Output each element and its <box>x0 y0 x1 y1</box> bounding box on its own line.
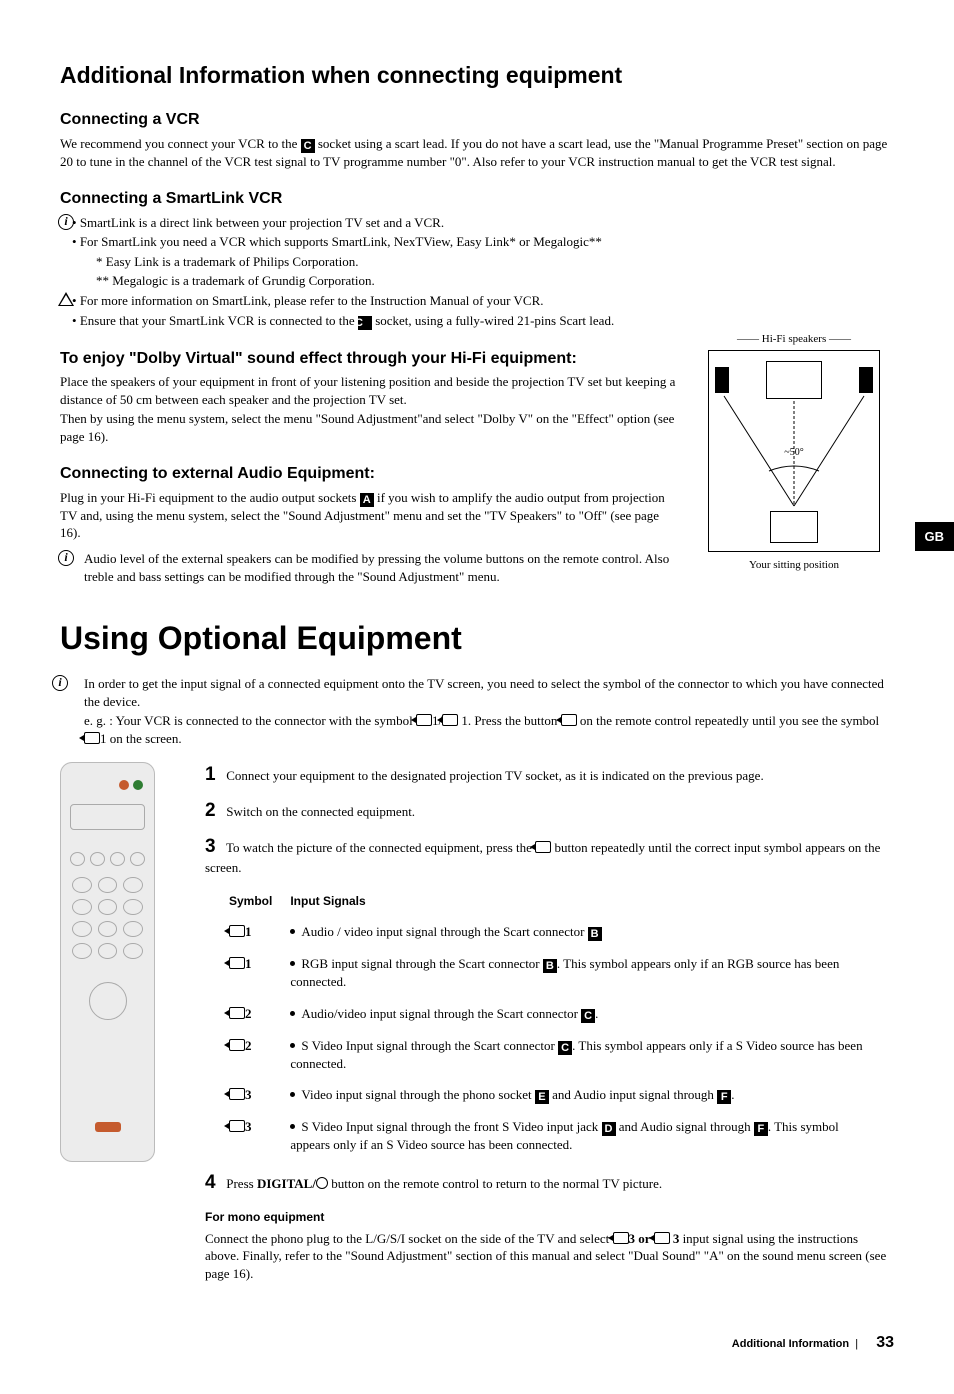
table-row: 3S Video Input signal through the front … <box>229 1114 892 1162</box>
socket-a-icon: A <box>360 493 374 507</box>
step-2: 2 Switch on the connected equipment. <box>205 798 894 824</box>
table-row: 2S Video Input signal through the Scart … <box>229 1033 892 1081</box>
step-3: 3 To watch the picture of the connected … <box>205 834 894 877</box>
step-1: 1 Connect your equipment to the designat… <box>205 762 894 788</box>
remote-control-illustration <box>60 762 155 1162</box>
smart-b4: • Ensure that your SmartLink VCR is conn… <box>72 312 894 330</box>
using-intro2: e. g. : Your VCR is connected to the con… <box>84 712 894 747</box>
info-icon: i <box>58 214 74 230</box>
input-icon <box>535 841 551 853</box>
circle-icon <box>316 1177 328 1189</box>
info-icon: i <box>58 550 74 566</box>
smart-b2: • For SmartLink you need a VCR which sup… <box>72 233 894 251</box>
smart-b2a: * Easy Link is a trademark of Philips Co… <box>72 253 894 271</box>
heading-smartlink: Connecting a SmartLink VCR <box>60 188 894 210</box>
info-icon: i <box>52 675 68 691</box>
ext-note: Audio level of the external speakers can… <box>84 550 894 585</box>
vcr-p1: We recommend you connect your VCR to the… <box>60 135 894 171</box>
step-4: 4 Press DIGITAL/ button on the remote co… <box>205 1170 894 1196</box>
table-row: 2Audio/video input signal through the Sc… <box>229 1001 892 1031</box>
table-row: 1RGB input signal through the Scart conn… <box>229 951 892 999</box>
smart-b1: • SmartLink is a direct link between you… <box>72 214 894 232</box>
mono-p: Connect the phono plug to the L/G/S/I so… <box>205 1230 894 1283</box>
socket-c-icon: C <box>358 316 372 330</box>
smart-b2b: ** Megalogic is a trademark of Grundig C… <box>72 272 894 290</box>
input-icon <box>613 1232 629 1244</box>
table-row: 1Audio / video input signal through the … <box>229 919 892 949</box>
using-title: Using Optional Equipment <box>60 617 894 660</box>
input-icon <box>654 1232 670 1244</box>
language-tab: GB <box>915 522 954 552</box>
table-row: 3Video input signal through the phono so… <box>229 1082 892 1112</box>
heading-vcr: Connecting a VCR <box>60 109 894 131</box>
input-icon <box>84 732 100 744</box>
input-icon <box>416 714 432 726</box>
smart-b3: • For more information on SmartLink, ple… <box>72 292 894 310</box>
socket-c-icon: C <box>301 139 315 153</box>
warning-icon <box>58 292 74 306</box>
symbol-table: Symbol Input Signals 1Audio / video inpu… <box>227 887 894 1164</box>
input-icon <box>561 714 577 726</box>
input-icon <box>442 714 458 726</box>
page-title: Additional Information when connecting e… <box>60 60 894 91</box>
mono-heading: For mono equipment <box>205 1209 894 1225</box>
speaker-diagram: —— Hi-Fi speakers —— ~50° Your sitting p… <box>694 332 894 576</box>
using-intro1: In order to get the input signal of a co… <box>84 675 894 710</box>
